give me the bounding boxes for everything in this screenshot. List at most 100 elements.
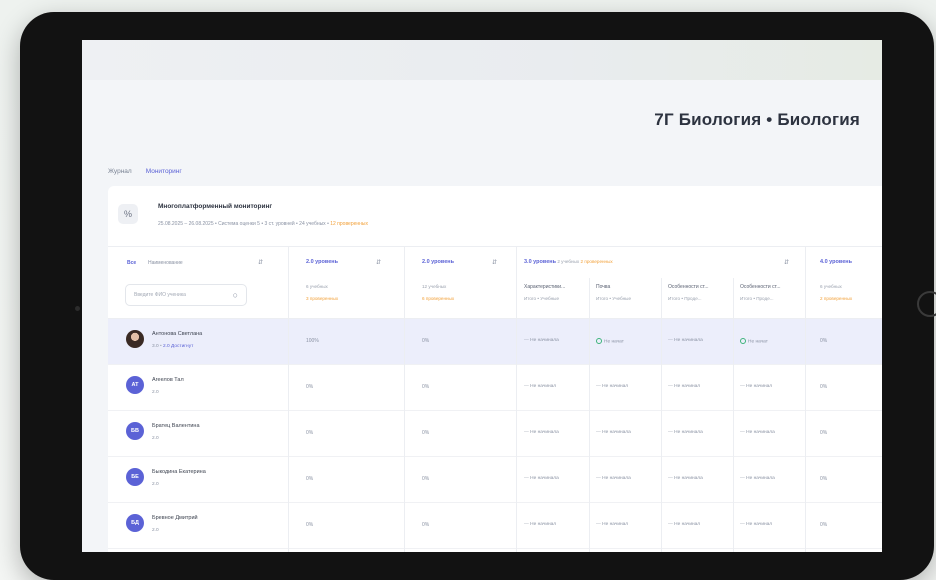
- task-status[interactable]: — Не начинала: [668, 338, 703, 343]
- sort-icon[interactable]: ⇵: [784, 259, 789, 266]
- task-status[interactable]: Не начат: [740, 338, 768, 344]
- level-1-progress[interactable]: 0%: [306, 384, 313, 390]
- search-icon: ○: [232, 290, 238, 300]
- level-4-progress[interactable]: 0%: [820, 338, 827, 344]
- level-2-progress[interactable]: 0%: [422, 476, 429, 482]
- level-2-progress[interactable]: 0%: [422, 430, 429, 436]
- level-4-progress[interactable]: 0%: [820, 384, 827, 390]
- dash-icon: —: [524, 384, 529, 389]
- level-col-1[interactable]: 2.0 уровень: [306, 259, 338, 265]
- level-1-progress[interactable]: 0%: [306, 430, 313, 436]
- task-status[interactable]: Не начат: [596, 338, 624, 344]
- task-status[interactable]: — Не начинал: [524, 384, 556, 389]
- task-status[interactable]: — Не начинала: [668, 430, 703, 435]
- dash-icon: —: [740, 522, 745, 527]
- level-col-4[interactable]: 4.0 уровень: [820, 259, 852, 265]
- dash-icon: —: [668, 430, 673, 435]
- student-level-link[interactable]: 2.0 Достигнут: [163, 344, 193, 349]
- task-status-text: Не начинала: [674, 430, 703, 435]
- student-meta: 2.0: [152, 482, 159, 487]
- table-row[interactable]: БВ Братец Валентина 2.0 0% 0% — Не начинала — …: [108, 411, 882, 457]
- monitoring-info: % Многоплатформенный мониторинг 25.08.20…: [108, 186, 882, 247]
- level-2-progress[interactable]: 0%: [422, 384, 429, 390]
- dash-icon: —: [740, 430, 745, 435]
- task-status-text: Не начинал: [530, 384, 557, 389]
- student-name[interactable]: Братец Валентина: [152, 423, 200, 429]
- task-status[interactable]: — Не начинала: [596, 430, 631, 435]
- task-status-text: Не начинала: [602, 476, 631, 481]
- student-grade: 2.0: [152, 390, 159, 395]
- dash-icon: —: [596, 430, 601, 435]
- camera-dot: [75, 306, 80, 311]
- table-row[interactable]: БД Бревное Дмитрий 2.0 0% 0% — Не начинал — Не…: [108, 503, 882, 549]
- level-1-progress[interactable]: 100%: [306, 338, 319, 344]
- table-header: Все Наименование ⇵ Введите ФИО ученика ○…: [108, 246, 882, 319]
- dash-icon: —: [740, 476, 745, 481]
- filter-all[interactable]: Все: [127, 260, 136, 266]
- top-bar: [82, 40, 882, 80]
- task-status[interactable]: — Не начинал: [596, 384, 628, 389]
- task-status-text: Не начинал: [746, 522, 773, 527]
- student-name[interactable]: Бревное Дмитрий: [152, 515, 198, 521]
- sort-icon[interactable]: ⇵: [492, 259, 497, 266]
- avatar: АТ: [126, 376, 144, 394]
- level-4-progress[interactable]: 0%: [820, 430, 827, 436]
- student-name[interactable]: Агеелов Тал: [152, 377, 184, 383]
- task-status[interactable]: — Не начинал: [596, 522, 628, 527]
- sort-icon[interactable]: ⇵: [376, 259, 381, 266]
- monitoring-panel: % Многоплатформенный мониторинг 25.08.20…: [108, 186, 882, 552]
- task-status[interactable]: — Не начинала: [740, 476, 775, 481]
- task-status[interactable]: — Не начинал: [668, 384, 700, 389]
- student-search-input[interactable]: Введите ФИО ученика ○: [125, 284, 247, 306]
- task-status[interactable]: — Не начинала: [524, 338, 559, 343]
- task-status-text: Не начинал: [602, 384, 629, 389]
- sort-by-name[interactable]: Наименование: [148, 260, 183, 266]
- level-1-progress[interactable]: 0%: [306, 476, 313, 482]
- column-divider: [733, 278, 734, 552]
- task-status[interactable]: — Не начинала: [596, 476, 631, 481]
- avatar: БД: [126, 514, 144, 532]
- sort-icon[interactable]: ⇵: [258, 259, 263, 266]
- level-col-4-count: 6 учебных: [820, 284, 842, 289]
- dash-icon: —: [740, 384, 745, 389]
- level-col-1-count: 6 учебных: [306, 284, 328, 289]
- level-2-progress[interactable]: 0%: [422, 522, 429, 528]
- task-status[interactable]: — Не начинал: [524, 522, 556, 527]
- task-status-text: Не начинала: [530, 338, 559, 343]
- level-col-3[interactable]: 3.0 уровень 2 учебных 2 проверенных: [524, 259, 613, 265]
- task-status-text: Не начинал: [674, 522, 701, 527]
- column-divider: [404, 246, 405, 552]
- task-status-text: Не начинала: [746, 430, 775, 435]
- column-divider: [805, 246, 806, 552]
- level-4-progress[interactable]: 0%: [820, 476, 827, 482]
- level-4-progress[interactable]: 0%: [820, 522, 827, 528]
- info-icon: %: [118, 204, 138, 224]
- dash-icon: —: [596, 476, 601, 481]
- student-name[interactable]: Быкодина Екатерина: [152, 469, 206, 475]
- level-2-progress[interactable]: 0%: [422, 338, 429, 344]
- task-status-text: Не начинал: [746, 384, 773, 389]
- task-status[interactable]: — Не начинал: [668, 522, 700, 527]
- tab-monitoring[interactable]: Мониторинг: [146, 168, 182, 175]
- student-name[interactable]: Антонова Светлана: [152, 331, 202, 337]
- table-row[interactable]: АТ Агеелов Тал 2.0 0% 0% — Не начинал — Не нач…: [108, 365, 882, 411]
- task-status-text: Не начинала: [746, 476, 775, 481]
- avatar: [126, 330, 144, 348]
- app-screen: 7Г Биология • Биология Журнал Мониторинг…: [82, 40, 882, 552]
- level-col-2[interactable]: 2.0 уровень: [422, 259, 454, 265]
- task-status[interactable]: — Не начинала: [740, 430, 775, 435]
- level-1-progress[interactable]: 0%: [306, 522, 313, 528]
- task-status[interactable]: — Не начинала: [668, 476, 703, 481]
- dash-icon: —: [668, 338, 673, 343]
- task-status[interactable]: — Не начинала: [524, 476, 559, 481]
- task-status[interactable]: — Не начинал: [740, 522, 772, 527]
- level-col-3-count: 2 учебных: [557, 259, 580, 264]
- subcol-4-meta: Итого • Проде...: [740, 296, 774, 301]
- level-col-3-checked: 2 проверенных: [580, 259, 613, 264]
- tab-journal[interactable]: Журнал: [108, 168, 132, 175]
- task-status[interactable]: — Не начинал: [740, 384, 772, 389]
- dash-icon: —: [524, 522, 529, 527]
- table-row[interactable]: Антонова Светлана 3.0 • 2.0 Достигнут 100%…: [108, 319, 882, 365]
- task-status[interactable]: — Не начинала: [524, 430, 559, 435]
- table-row[interactable]: БЕ Быкодина Екатерина 2.0 0% 0% — Не начинала…: [108, 457, 882, 503]
